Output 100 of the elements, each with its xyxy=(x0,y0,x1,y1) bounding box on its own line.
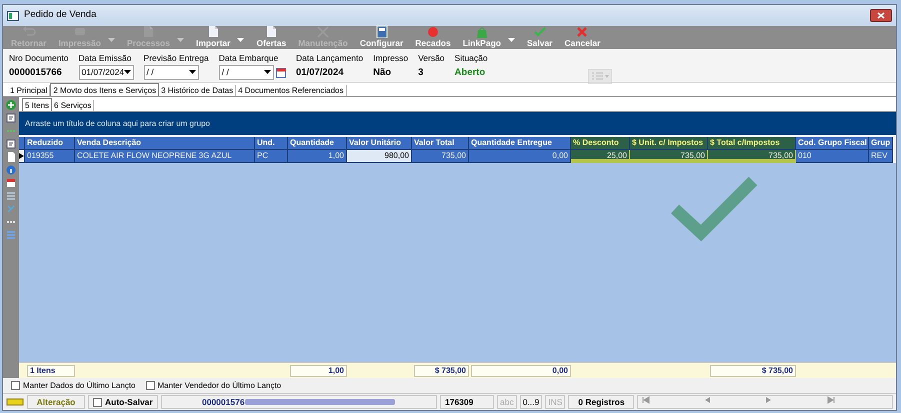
group-hint: Arraste um título de coluna aqui para criar um grupo xyxy=(25,118,210,130)
column-header[interactable]: Quantidade Entregue xyxy=(469,137,571,150)
document-icon xyxy=(141,25,156,38)
add-icon[interactable] xyxy=(6,100,16,110)
column-header[interactable]: $ Unit. c/ Impostos xyxy=(630,137,708,150)
toolbar-button[interactable]: Cancelar xyxy=(558,25,606,49)
date-dropdown[interactable]: / / xyxy=(144,65,199,80)
table-cell: 019355 xyxy=(25,150,75,163)
table-cell: 735,00 xyxy=(630,150,708,163)
checkbox[interactable] xyxy=(146,381,154,390)
tab[interactable]: 2 Movto dos Itens e Serviços xyxy=(50,83,160,96)
field-label: Situação xyxy=(454,52,488,65)
column-header[interactable]: % Desconto xyxy=(571,137,630,150)
indicator-header xyxy=(19,137,25,150)
table-cell: 735,00 xyxy=(708,150,796,163)
calendar-icon[interactable] xyxy=(6,178,16,188)
check-icon xyxy=(532,25,547,38)
field-label: Versão xyxy=(418,52,445,65)
summary-value: $ 735,00 xyxy=(414,364,469,376)
lines-icon[interactable] xyxy=(6,191,16,201)
field-label: Impresso xyxy=(373,52,408,65)
field-label: Previsão Entrega xyxy=(144,52,209,65)
dot-icon xyxy=(426,25,440,38)
back-arrow-icon xyxy=(22,25,36,38)
document-number: 000001576 xyxy=(202,396,245,408)
column-header[interactable]: Und. xyxy=(255,137,288,150)
table-cell: 25,00 xyxy=(571,150,630,163)
tools-icon xyxy=(316,25,330,38)
column-header[interactable]: Quantidade xyxy=(288,137,347,150)
close-button[interactable] xyxy=(870,9,892,22)
row-indicator[interactable] xyxy=(19,150,25,163)
field-value: Aberto xyxy=(454,66,486,80)
tab[interactable]: 4 Documentos Referenciados xyxy=(236,85,346,96)
toolbar-button[interactable]: Salvar xyxy=(520,25,558,49)
document-icon xyxy=(264,25,278,38)
toolbar-button[interactable]: Recados xyxy=(409,25,457,49)
caret-icon xyxy=(124,70,132,75)
date-dropdown[interactable]: / / xyxy=(218,65,274,80)
cancel-icon xyxy=(575,25,590,38)
field-value: Não xyxy=(373,66,392,80)
tab[interactable]: 3 Histórico de Datas xyxy=(159,85,236,96)
summary-value: 1,00 xyxy=(290,364,347,376)
table-cell: REV xyxy=(869,150,893,163)
checkbox-label: Manter Dados do Último Lançto xyxy=(23,380,136,392)
window-title: Pedido de Venda xyxy=(24,8,96,22)
toolbar-button[interactable]: LinkPago xyxy=(456,25,521,49)
dropdown-arrow-icon[interactable] xyxy=(237,38,244,43)
column-header[interactable]: Grup xyxy=(869,137,893,150)
table-cell: PC xyxy=(255,150,288,163)
toolbar-button[interactable]: Importar xyxy=(190,25,250,49)
field-label: Data Emissão xyxy=(78,52,132,65)
mode-label: Alteração xyxy=(27,395,85,409)
checkbox-label: Manter Vendedor do Último Lançto xyxy=(158,380,282,392)
date-dropdown[interactable]: 01/07/2024 xyxy=(78,65,134,80)
column-header[interactable]: Reduzido xyxy=(25,137,75,150)
calculator-icon xyxy=(374,25,389,38)
dropdown-arrow-icon[interactable] xyxy=(508,38,515,43)
column-header[interactable]: Valor Unitário xyxy=(347,137,412,150)
field-value: 01/07/2024 xyxy=(296,66,345,80)
indicator: 0...9 xyxy=(520,395,542,409)
close-icon xyxy=(877,12,885,20)
field-value: 3 xyxy=(418,66,424,80)
list-icon xyxy=(590,71,610,82)
field-value: 0000015766 xyxy=(9,66,63,80)
code-label: 176309 xyxy=(440,395,494,409)
checkbox-label: Auto-Salvar xyxy=(105,396,153,408)
calendar-icon[interactable] xyxy=(276,68,286,78)
edit-icon[interactable] xyxy=(6,139,16,149)
column-header[interactable]: Valor Total xyxy=(412,137,469,150)
bag-icon xyxy=(474,25,489,38)
toolbar-button[interactable]: Configurar xyxy=(354,25,410,49)
field-label: Data Embarque xyxy=(218,52,280,65)
column-header[interactable]: Cod. Grupo Fiscal xyxy=(796,137,869,150)
toolbar-button[interactable]: Ofertas xyxy=(250,25,292,49)
table-cell: 0,00 xyxy=(469,150,571,163)
table-cell: 010 xyxy=(796,150,869,163)
column-header[interactable]: Venda Descrição xyxy=(75,137,255,150)
records-label: 0 Registros xyxy=(568,395,634,409)
column-header[interactable]: $ Total c/Impostos xyxy=(708,137,796,150)
caret-icon xyxy=(188,70,196,75)
previous-icon[interactable] xyxy=(704,396,712,404)
next-icon[interactable] xyxy=(765,396,774,404)
tab[interactable]: 5 Itens xyxy=(22,98,52,111)
checkbox[interactable] xyxy=(11,381,20,390)
field-label: Data Lançamento xyxy=(296,52,364,65)
info-icon[interactable] xyxy=(6,165,16,175)
indicator: INS xyxy=(545,395,566,409)
last-icon[interactable] xyxy=(826,396,835,404)
summary-value: $ 735,00 xyxy=(710,364,796,376)
summary-value: 1 Itens xyxy=(27,364,75,376)
table-cell: COLETE AIR FLOW NEOPRENE 3G AZUL xyxy=(75,150,255,163)
table-cell: 980,00 xyxy=(347,150,412,163)
status-icon xyxy=(6,397,24,407)
first-icon[interactable] xyxy=(642,396,650,404)
table-cell: 1,00 xyxy=(288,150,347,163)
tab[interactable]: 6 Serviços xyxy=(52,100,94,111)
edit-icon[interactable] xyxy=(6,113,16,123)
checkbox[interactable] xyxy=(93,398,102,406)
field-label: Nro Documento xyxy=(9,52,69,65)
document-icon xyxy=(206,25,220,38)
